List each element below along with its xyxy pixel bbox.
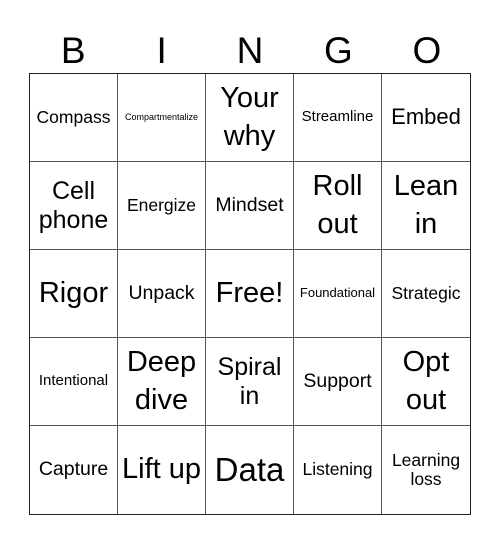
bingo-cell[interactable]: Roll out bbox=[294, 162, 382, 250]
bingo-cell[interactable]: Data bbox=[206, 426, 294, 514]
bingo-cell[interactable]: Streamline bbox=[294, 74, 382, 162]
bingo-cell[interactable]: Intentional bbox=[30, 338, 118, 426]
free-space-cell[interactable]: Free! bbox=[206, 250, 294, 338]
bingo-cell[interactable]: Energize bbox=[118, 162, 206, 250]
bingo-cell[interactable]: Your why bbox=[206, 74, 294, 162]
bingo-cell[interactable]: Embed bbox=[382, 74, 470, 162]
bingo-cell[interactable]: Mindset bbox=[206, 162, 294, 250]
bingo-cell[interactable]: Deep dive bbox=[118, 338, 206, 426]
bingo-cell[interactable]: Unpack bbox=[118, 250, 206, 338]
bingo-cell[interactable]: Lean in bbox=[382, 162, 470, 250]
bingo-cell[interactable]: Strategic bbox=[382, 250, 470, 338]
bingo-cell[interactable]: Support bbox=[294, 338, 382, 426]
bingo-cell[interactable]: Opt out bbox=[382, 338, 470, 426]
header-letter-o: O bbox=[412, 30, 442, 71]
header-letter-i: I bbox=[156, 30, 167, 71]
bingo-cell[interactable]: Listening bbox=[294, 426, 382, 514]
bingo-cell[interactable]: Cell phone bbox=[30, 162, 118, 250]
bingo-cell[interactable]: Compass bbox=[30, 74, 118, 162]
bingo-cell[interactable]: Spiral in bbox=[206, 338, 294, 426]
bingo-cell[interactable]: Lift up bbox=[118, 426, 206, 514]
bingo-cell[interactable]: Foundational bbox=[294, 250, 382, 338]
bingo-header: B I N G O bbox=[29, 30, 471, 72]
bingo-card-grid: Compass Compartmentalize Your why Stream… bbox=[29, 73, 471, 515]
header-letter-b: B bbox=[60, 30, 86, 71]
bingo-cell[interactable]: Learning loss bbox=[382, 426, 470, 514]
header-letter-g: G bbox=[324, 30, 353, 71]
bingo-cell[interactable]: Capture bbox=[30, 426, 118, 514]
header-letter-n: N bbox=[236, 30, 264, 71]
bingo-cell[interactable]: Rigor bbox=[30, 250, 118, 338]
bingo-cell[interactable]: Compartmentalize bbox=[118, 74, 206, 162]
